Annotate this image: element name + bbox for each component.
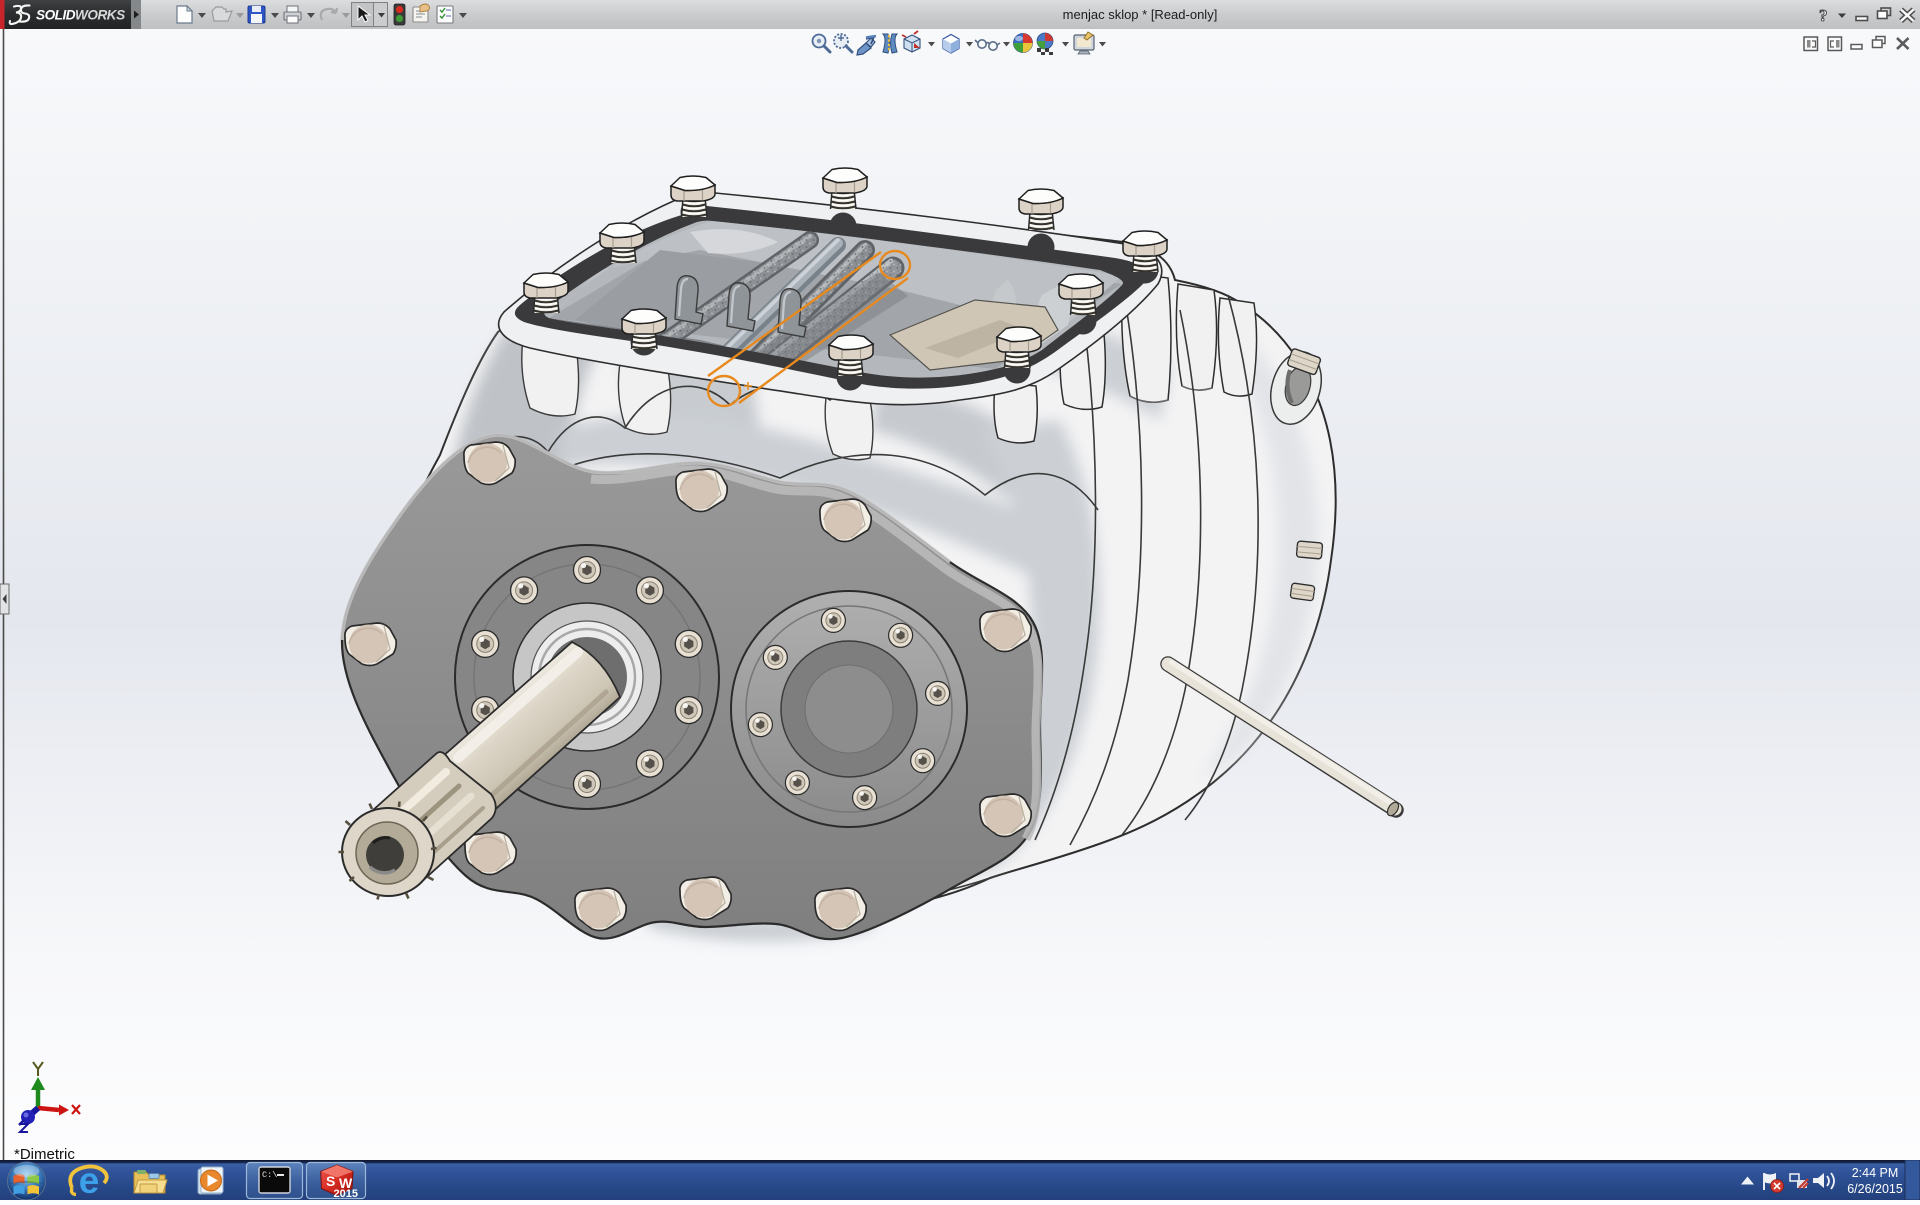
svg-text:*Dimetric: *Dimetric xyxy=(14,1146,75,1160)
svg-text:2:44 PM: 2:44 PM xyxy=(1852,1166,1899,1180)
svg-text:menjac sklop * [Read-only]: menjac sklop * [Read-only] xyxy=(1063,7,1218,22)
svg-text:6/26/2015: 6/26/2015 xyxy=(1847,1182,1903,1196)
svg-text:S: S xyxy=(326,1173,335,1189)
svg-text:2015: 2015 xyxy=(334,1188,358,1200)
svg-text:C:\: C:\ xyxy=(262,1170,277,1180)
svg-text:SOLIDWORKS: SOLIDWORKS xyxy=(36,8,125,23)
svg-text:?: ? xyxy=(1819,6,1828,25)
